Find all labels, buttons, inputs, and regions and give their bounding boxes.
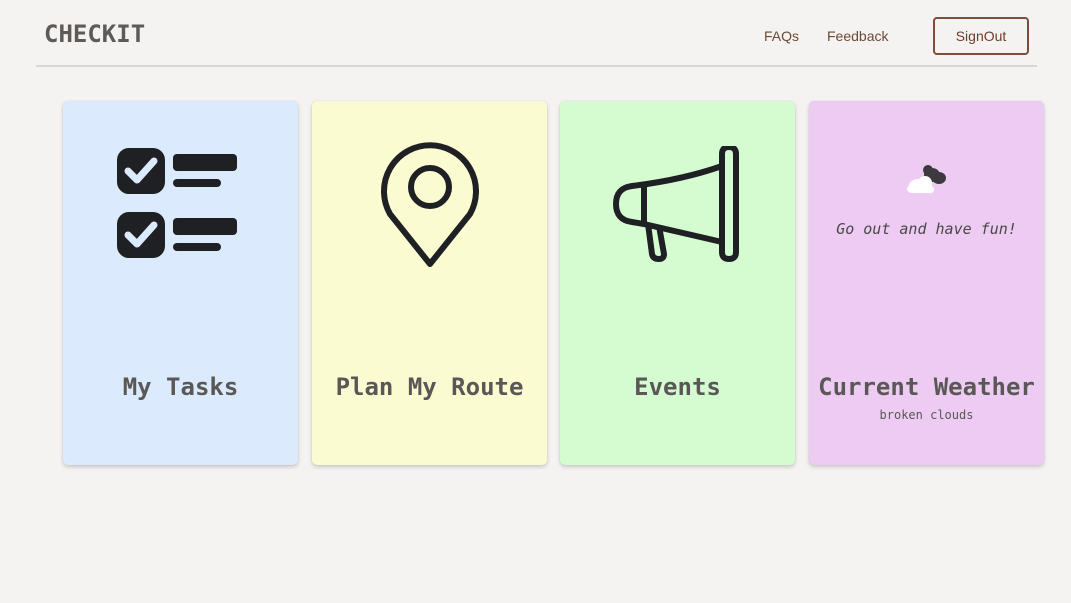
map-pin-icon [381,142,479,267]
weather-condition: broken clouds [879,408,974,422]
card-title-my-tasks: My Tasks [122,373,239,401]
card-title-events: Events [634,373,721,401]
signout-button[interactable]: SignOut [933,17,1029,55]
nav-link-feedback[interactable]: Feedback [827,28,888,44]
nav-link-faqs[interactable]: FAQs [764,28,799,44]
brand-logo[interactable]: CHECKIT [44,20,145,48]
checklist-icon [117,148,237,258]
card-events[interactable]: Events [560,101,795,465]
card-my-tasks[interactable]: My Tasks [63,101,298,465]
card-current-weather[interactable]: Go out and have fun! Current Weather bro… [809,101,1044,465]
top-nav-bar: CHECKIT FAQs Feedback SignOut [36,0,1037,67]
card-plan-my-route[interactable]: Plan My Route [312,101,547,465]
card-title-current-weather: Current Weather [818,373,1035,401]
megaphone-icon [613,146,739,262]
broken-clouds-icon [907,165,946,193]
card-title-plan-my-route: Plan My Route [335,373,524,401]
weather-message: Go out and have fun! [836,220,1017,238]
